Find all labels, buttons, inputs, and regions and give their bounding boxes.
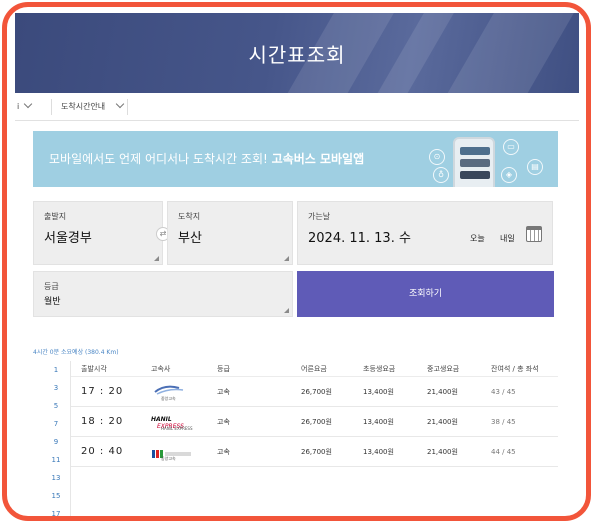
pin-icon: ♁ [433, 167, 449, 183]
screen-frame: 시간표조회 i 도착시간안내 모바일에서도 언제 어디서나 도착시간 조회! 고… [2, 2, 591, 521]
row-grade: 고속 [217, 417, 230, 426]
row-child: 13,400원 [363, 387, 394, 396]
grade-field[interactable]: 등급 월반 [33, 271, 293, 317]
search-button[interactable]: 조회하기 [297, 271, 554, 317]
page-number-link[interactable]: 3 [45, 379, 67, 397]
page-title: 시간표조회 [248, 43, 346, 67]
row-adult: 26,700원 [301, 417, 332, 426]
bus-front-icon: ▭ [503, 139, 519, 155]
today-button[interactable]: 오늘 [470, 233, 485, 244]
page-number-link[interactable]: 7 [45, 415, 67, 433]
page-number-link[interactable]: 13 [45, 469, 67, 487]
row-time: 17 : 20 [81, 386, 124, 397]
page-number-link[interactable]: 11 [45, 451, 67, 469]
phone-icon [453, 137, 495, 187]
company-logo: 동양고속 [151, 437, 191, 466]
row-student: 21,400원 [427, 387, 458, 396]
tab-bar: i 도착시간안내 [15, 93, 579, 121]
col-seats-header: 잔여석 / 총 좌석 [491, 364, 539, 373]
company-name: 중앙고속 [161, 396, 176, 401]
tab-arrival-info[interactable]: 도착시간안내 [61, 93, 125, 121]
col-company-header: 고속사 [151, 364, 171, 373]
table-row[interactable]: 20 : 40 동양고속 고속 26,700원 13,400원 21,400원 44 / 4… [71, 437, 558, 467]
table-row[interactable]: 18 : 20 HANIL EXPRESS HANIL EXPRESS 고속 26,700… [71, 407, 558, 437]
table-row[interactable]: 17 : 20 중앙고속 고속 26,700원 13,400원 21,400원 43 / 4… [71, 377, 558, 407]
page-number-link[interactable]: 1 [45, 361, 67, 379]
row-child: 13,400원 [363, 417, 394, 426]
col-departure-time-header: 출발시각 [81, 364, 107, 373]
page-number-link[interactable]: 15 [45, 487, 67, 505]
tab-timetable[interactable]: i [17, 93, 33, 121]
page-header: 시간표조회 [15, 13, 579, 93]
row-adult: 26,700원 [301, 447, 332, 456]
company-logo: HANIL EXPRESS HANIL EXPRESS [151, 407, 193, 436]
grade-value: 월반 [44, 297, 61, 307]
ticket-icon: ▤ [527, 159, 543, 175]
bus-icon: ⊙ [429, 149, 445, 165]
svg-text:HANIL: HANIL [151, 416, 172, 423]
page-number-link[interactable]: 17 [45, 505, 67, 516]
tab-timetable-label: i [17, 102, 20, 111]
col-child-fare-header: 초등생요금 [363, 364, 396, 373]
departure-field[interactable]: 출발지 서울경부 [33, 201, 163, 265]
arrival-label: 도착지 [178, 212, 201, 221]
page-number-list: 1 3 5 7 9 11 13 15 17 [45, 361, 67, 516]
banner-app-link: 고속버스 모바일앱 [271, 152, 365, 166]
date-field[interactable]: 가는날 2024. 11. 13. 수 오늘 내일 [297, 201, 553, 265]
company-name: 동양고속 [161, 456, 176, 461]
row-child: 13,400원 [363, 447, 394, 456]
page-number-link[interactable]: 9 [45, 433, 67, 451]
chevron-down-icon [115, 99, 125, 109]
row-adult: 26,700원 [301, 387, 332, 396]
row-time: 20 : 40 [81, 446, 124, 457]
page-number-link[interactable]: 5 [45, 397, 67, 415]
mobile-app-banner[interactable]: 모바일에서도 언제 어디서나 도착시간 조회! 고속버스 모바일앱 ⊙ ♁ ▭ … [33, 131, 558, 187]
row-grade: 고속 [217, 387, 230, 396]
arrival-value: 부산 [178, 231, 202, 246]
row-seats: 38 / 45 [491, 417, 516, 426]
company-logo: 중앙고속 [151, 377, 191, 406]
seat-icon: ◈ [501, 167, 517, 183]
grade-label: 등급 [44, 282, 59, 291]
col-grade-header: 등급 [217, 364, 230, 373]
tab-arrival-info-label: 도착시간안내 [61, 102, 106, 111]
row-seats: 43 / 45 [491, 387, 516, 396]
timetable: 출발시각 고속사 등급 어른요금 초등생요금 중고생요금 잔여석 / 총 좌석 17 : 2… [70, 361, 558, 516]
row-seats: 44 / 45 [491, 447, 516, 456]
banner-text: 모바일에서도 언제 어디서나 도착시간 조회! 고속버스 모바일앱 [49, 152, 365, 166]
row-time: 18 : 20 [81, 416, 124, 427]
departure-value: 서울경부 [44, 231, 92, 246]
table-header: 출발시각 고속사 등급 어른요금 초등생요금 중고생요금 잔여석 / 총 좌석 [71, 361, 558, 377]
chevron-down-icon [23, 99, 33, 109]
row-student: 21,400원 [427, 417, 458, 426]
calendar-icon[interactable] [526, 226, 542, 242]
tomorrow-button[interactable]: 내일 [500, 233, 515, 244]
company-name: HANIL EXPRESS [161, 426, 193, 431]
route-summary: 4시간 0분 소요예상 (380.4 Km) [33, 349, 119, 356]
col-adult-fare-header: 어른요금 [301, 364, 327, 373]
arrival-field[interactable]: 도착지 부산 [167, 201, 293, 265]
departure-label: 출발지 [44, 212, 67, 221]
date-value: 2024. 11. 13. 수 [308, 231, 411, 246]
row-grade: 고속 [217, 447, 230, 456]
row-student: 21,400원 [427, 447, 458, 456]
col-student-fare-header: 중고생요금 [427, 364, 460, 373]
date-label: 가는날 [308, 212, 331, 221]
